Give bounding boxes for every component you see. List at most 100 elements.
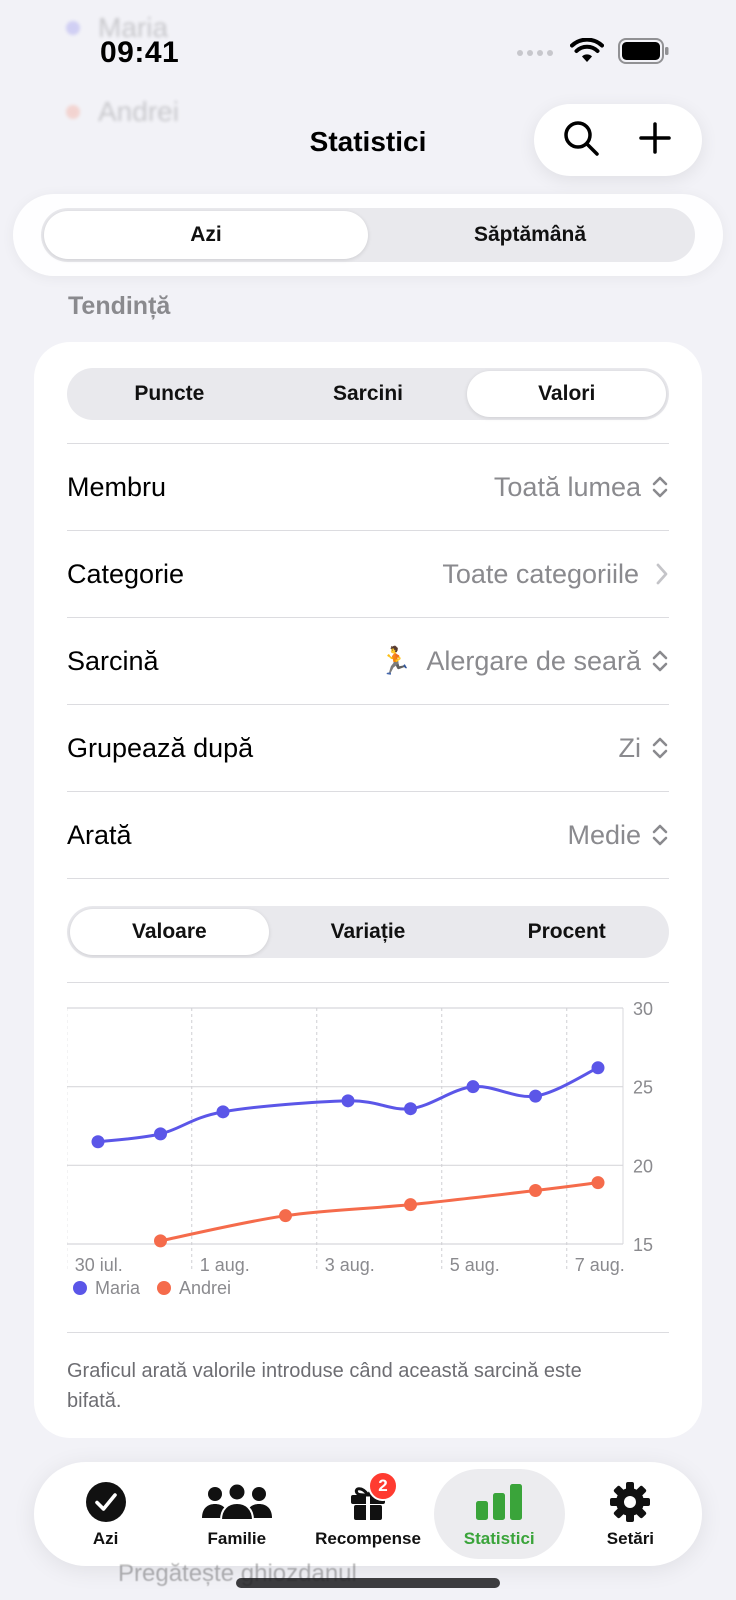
row-label: Categorie: [67, 558, 185, 589]
period-tab-today[interactable]: Azi: [44, 211, 368, 259]
group-by-value: Zi: [618, 732, 642, 763]
group-by-picker-row[interactable]: Grupează după Zi: [67, 705, 669, 791]
rewards-badge: 2: [368, 1471, 398, 1501]
metric-tab-points[interactable]: Puncte: [70, 371, 269, 417]
x-tick-label: 30 iul.: [75, 1255, 123, 1275]
row-value: Toate categoriile: [442, 559, 669, 590]
nav-header: Statistici: [0, 100, 736, 180]
tab-rewards[interactable]: 2 Recompense: [302, 1469, 433, 1559]
chevron-up-down-icon: [651, 648, 669, 674]
period-selector: Azi Săptămână: [13, 194, 723, 276]
data-point-maria: [91, 1135, 105, 1149]
tab-label: Statistici: [463, 1529, 535, 1548]
tab-family[interactable]: Familie: [171, 1469, 302, 1559]
search-icon: [562, 119, 600, 162]
tab-label: Recompense: [315, 1529, 421, 1548]
row-label: Arată: [67, 819, 132, 850]
data-point-andrei: [591, 1176, 605, 1190]
section-title: Tendință: [68, 292, 171, 320]
data-point-maria: [216, 1105, 230, 1119]
task-value: Alergare de seară: [426, 645, 641, 676]
home-indicator: [236, 1578, 500, 1588]
checkmark-circle-icon: [85, 1479, 127, 1525]
status-time: 09:41: [100, 36, 180, 69]
chevron-up-down-icon: [651, 822, 669, 848]
signal-icon: [516, 45, 556, 63]
task-picker-row[interactable]: Sarcină 🏃 Alergare de seară: [67, 618, 669, 704]
y-tick-label: 25: [633, 1078, 653, 1098]
row-label: Sarcină: [67, 645, 159, 676]
plus-icon: [638, 121, 672, 160]
tab-label: Azi: [92, 1529, 119, 1548]
divider: [67, 878, 669, 879]
mode-tab-percent[interactable]: Procent: [467, 909, 666, 955]
wifi-icon: [570, 37, 604, 69]
data-point-andrei: [529, 1184, 542, 1198]
mode-segmented-control: Valoare Variație Procent: [67, 906, 669, 958]
tab-label: Familie: [207, 1529, 267, 1548]
x-tick-label: 1 aug.: [200, 1255, 250, 1275]
x-tick-label: 3 aug.: [325, 1255, 375, 1275]
row-label: Membru: [67, 471, 167, 502]
y-tick-label: 30: [633, 999, 653, 1019]
category-value: Toate categoriile: [442, 558, 639, 589]
x-tick-label: 5 aug.: [450, 1255, 500, 1275]
chevron-right-icon: [655, 562, 669, 586]
add-button[interactable]: [627, 112, 683, 168]
metric-segmented-control: Puncte Sarcini Valori: [67, 368, 669, 420]
metric-tab-tasks[interactable]: Sarcini: [269, 371, 468, 417]
tab-label: Setări: [606, 1529, 655, 1548]
member-value: Toată lumea: [493, 471, 641, 502]
row-value: Toată lumea: [494, 472, 669, 503]
gift-icon: 2: [348, 1471, 398, 1525]
trend-card: Puncte Sarcini Valori Membru Toată lumea…: [34, 342, 702, 1438]
mode-tab-value[interactable]: Valoare: [70, 909, 269, 955]
data-point-maria: [154, 1127, 167, 1141]
row-value: Medie: [567, 820, 669, 851]
legend-marker: [73, 1281, 87, 1295]
chart-footnote: Graficul arată valorile introduse când a…: [67, 1360, 582, 1412]
data-point-maria: [404, 1102, 417, 1116]
status-bar: 09:41: [0, 0, 736, 110]
row-label: Grupează după: [67, 732, 254, 763]
bar-chart-icon: [475, 1479, 523, 1525]
trend-chart-svg: 15 20 25 30 30 iul. 1 aug. 3 aug. 5 aug. 7 aug. M…: [66, 999, 653, 1298]
tab-statistics[interactable]: Statistici: [433, 1469, 565, 1559]
tab-settings[interactable]: Setări: [565, 1469, 696, 1559]
tab-today[interactable]: Azi: [40, 1469, 171, 1559]
divider: [67, 1332, 669, 1333]
data-point-maria: [341, 1094, 355, 1108]
row-value: Zi: [619, 733, 670, 764]
gear-icon: [609, 1479, 651, 1525]
y-tick-label: 20: [633, 1156, 653, 1176]
tab-bar: Azi Familie 2 Recompense Statistici Setă…: [34, 1462, 702, 1566]
mode-tab-variation[interactable]: Variație: [269, 909, 468, 955]
show-value: Medie: [567, 819, 641, 850]
category-row[interactable]: Categorie Toate categoriile: [67, 531, 669, 617]
data-point-maria: [529, 1089, 542, 1103]
chevron-up-down-icon: [651, 474, 669, 500]
data-point-andrei: [154, 1234, 167, 1248]
search-button[interactable]: [553, 112, 609, 168]
x-tick-label: 7 aug.: [575, 1255, 625, 1275]
people-icon: [201, 1479, 273, 1525]
legend-label: Maria: [95, 1278, 141, 1298]
data-point-andrei: [279, 1209, 292, 1223]
chevron-up-down-icon: [651, 735, 669, 761]
data-point-andrei: [404, 1198, 417, 1212]
metric-tab-values[interactable]: Valori: [467, 371, 667, 417]
legend-marker: [157, 1281, 171, 1295]
trend-chart: 15 20 25 30 30 iul. 1 aug. 3 aug. 5 aug. 7 aug. M…: [66, 982, 707, 1302]
status-icons: [516, 37, 670, 69]
member-picker-row[interactable]: Membru Toată lumea: [67, 444, 669, 530]
runner-icon: 🏃: [378, 646, 413, 676]
legend-label: Andrei: [179, 1278, 231, 1298]
show-picker-row[interactable]: Arată Medie: [67, 792, 669, 878]
row-value: 🏃 Alergare de seară: [379, 645, 669, 677]
period-segmented-control: Azi Săptămână: [41, 208, 695, 262]
header-actions: [534, 104, 702, 176]
battery-icon: [618, 38, 670, 69]
period-tab-week[interactable]: Săptămână: [368, 211, 692, 259]
data-point-maria: [591, 1061, 605, 1075]
y-tick-label: 15: [633, 1235, 653, 1255]
